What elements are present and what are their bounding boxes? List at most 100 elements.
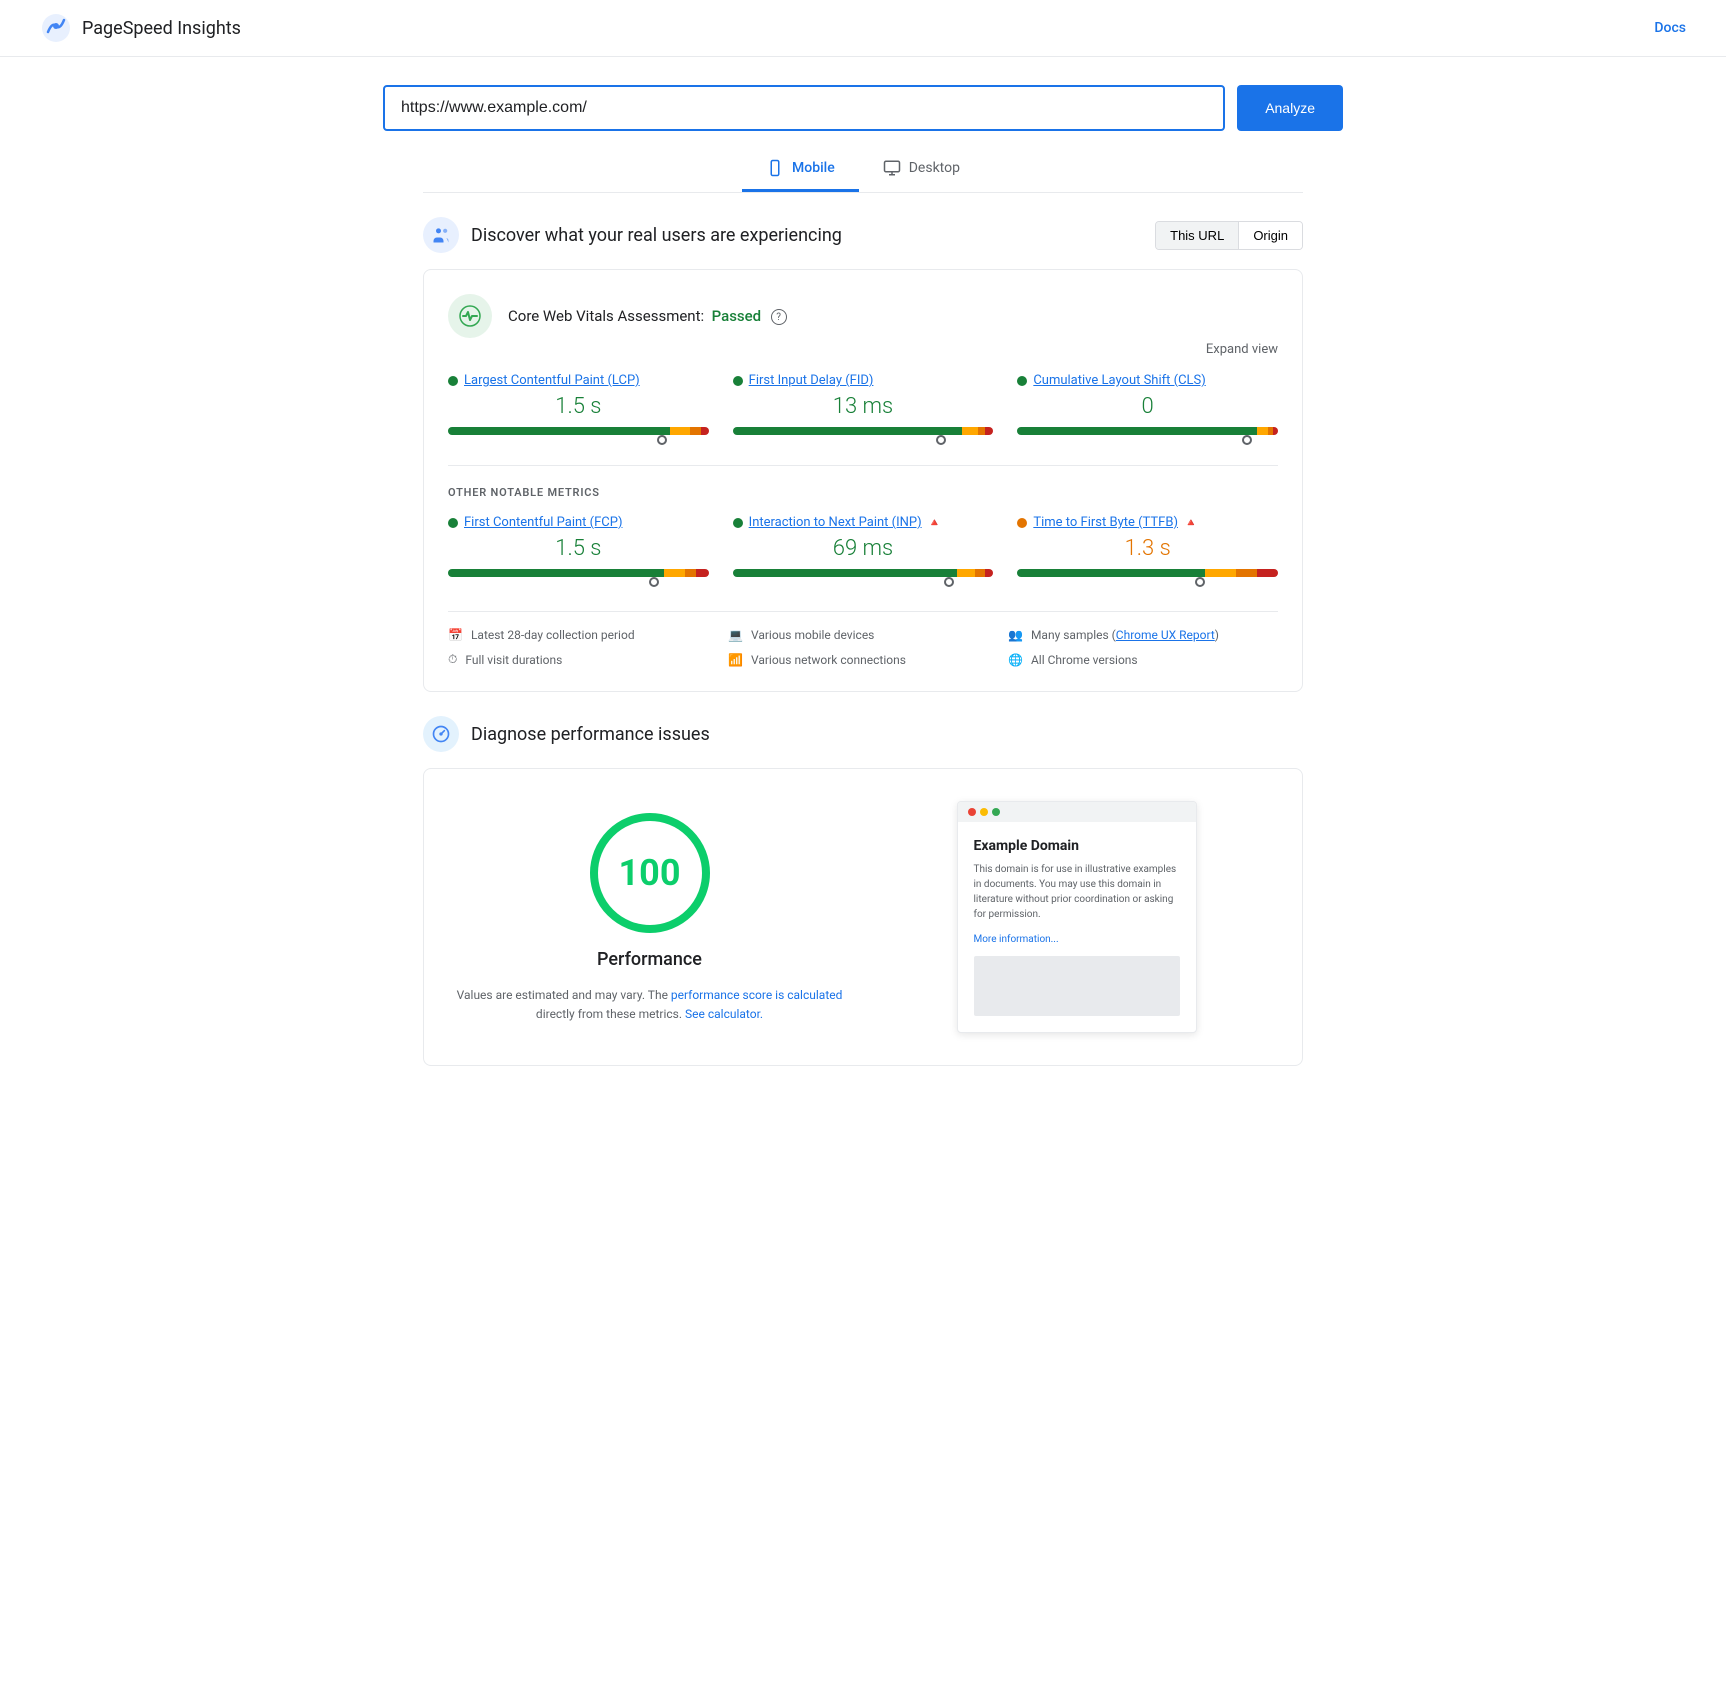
cwv-help-icon[interactable]: ? — [771, 309, 787, 325]
info-item-duration: ⏱ Full visit durations — [448, 652, 718, 667]
cwv-label: Core Web Vitals Assessment: — [508, 307, 704, 325]
info-network-text: Various network connections — [751, 653, 906, 667]
gauge-icon — [431, 724, 451, 744]
this-url-button[interactable]: This URL — [1156, 222, 1238, 249]
lcp-marker — [657, 435, 667, 445]
diagnose-section-title: Diagnose performance issues — [471, 724, 710, 745]
heartbeat-icon — [458, 304, 482, 328]
info-collection-text: Latest 28-day collection period — [471, 628, 635, 642]
expand-view-row: Expand view — [448, 342, 1278, 357]
tab-desktop[interactable]: Desktop — [859, 147, 984, 192]
preview-header — [958, 802, 1196, 822]
metric-inp: Interaction to Next Paint (INP) 🔺 69 ms — [733, 515, 994, 587]
preview-content: Example Domain This domain is for use in… — [958, 822, 1196, 1032]
expand-view-link[interactable]: Expand view — [1206, 342, 1278, 357]
desktop-icon — [883, 159, 901, 177]
fcp-bar — [448, 569, 709, 577]
crux-section-title: Discover what your real users are experi… — [471, 225, 842, 246]
wifi-icon: 📶 — [728, 653, 743, 667]
inp-bar — [733, 569, 994, 577]
cls-marker — [1242, 435, 1252, 445]
cwv-assessment-text: Core Web Vitals Assessment: Passed ? — [508, 307, 787, 325]
fid-marker — [936, 435, 946, 445]
other-notable-section: OTHER NOTABLE METRICS First Contentful P… — [448, 486, 1278, 587]
fid-value: 13 ms — [733, 394, 994, 419]
cwv-badge — [448, 294, 492, 338]
ttfb-marker — [1195, 577, 1205, 587]
info-chrome-text: All Chrome versions — [1031, 653, 1138, 667]
inp-label[interactable]: Interaction to Next Paint (INP) — [749, 515, 922, 530]
fcp-label[interactable]: First Contentful Paint (FCP) — [464, 515, 623, 530]
diagnose-section-icon — [423, 716, 459, 752]
fcp-dot — [448, 518, 458, 528]
info-devices-text: Various mobile devices — [751, 628, 874, 642]
preview-text: This domain is for use in illustrative e… — [974, 862, 1180, 922]
see-calculator-link[interactable]: See calculator. — [685, 1007, 763, 1021]
fid-bar — [733, 427, 994, 435]
calendar-icon: 📅 — [448, 628, 463, 642]
timer-icon: ⏱ — [448, 652, 457, 667]
crux-section-icon — [423, 217, 459, 253]
score-section: 100 Performance Values are estimated and… — [448, 801, 851, 1024]
cls-dot — [1017, 376, 1027, 386]
metric-lcp: Largest Contentful Paint (LCP) 1.5 s — [448, 373, 709, 445]
lcp-value: 1.5 s — [448, 394, 709, 419]
pagespeed-logo-icon — [40, 12, 72, 44]
ttfb-experimental-icon: 🔺 — [1184, 516, 1198, 529]
fcp-marker — [649, 577, 659, 587]
users-icon — [431, 225, 451, 245]
ttfb-dot — [1017, 518, 1027, 528]
other-notable-label: OTHER NOTABLE METRICS — [448, 486, 1278, 499]
ttfb-bar — [1017, 569, 1278, 577]
core-metrics-grid: Largest Contentful Paint (LCP) 1.5 s Fir — [448, 373, 1278, 466]
inp-marker — [944, 577, 954, 587]
devices-icon: 💻 — [728, 628, 743, 642]
preview-title: Example Domain — [974, 838, 1180, 854]
score-label: Performance — [597, 949, 702, 970]
cwv-header: Core Web Vitals Assessment: Passed ? — [448, 294, 1278, 338]
docs-link[interactable]: Docs — [1654, 20, 1686, 36]
app-header: PageSpeed Insights Docs — [0, 0, 1726, 57]
inp-experimental-icon: 🔺 — [928, 516, 942, 529]
score-number: 100 — [619, 852, 681, 894]
inp-value: 69 ms — [733, 536, 994, 561]
fid-dot — [733, 376, 743, 386]
cls-value: 0 — [1017, 394, 1278, 419]
lcp-bar — [448, 427, 709, 435]
analyze-button[interactable]: Analyze — [1237, 85, 1343, 131]
metric-cls: Cumulative Layout Shift (CLS) 0 — [1017, 373, 1278, 445]
crux-section-header: Discover what your real users are experi… — [423, 217, 1303, 253]
tabs-container: Mobile Desktop — [383, 147, 1343, 193]
chrome-icon: 🌐 — [1008, 653, 1023, 667]
cls-label[interactable]: Cumulative Layout Shift (CLS) — [1033, 373, 1205, 388]
diagnose-card: 100 Performance Values are estimated and… — [423, 768, 1303, 1066]
preview-more-link[interactable]: More information... — [974, 934, 1059, 945]
samples-icon: 👥 — [1008, 628, 1023, 642]
lcp-dot — [448, 376, 458, 386]
ttfb-label[interactable]: Time to First Byte (TTFB) — [1033, 515, 1178, 530]
origin-button[interactable]: Origin — [1238, 222, 1302, 249]
cwv-status: Passed — [712, 307, 762, 325]
metric-ttfb: Time to First Byte (TTFB) 🔺 1.3 s — [1017, 515, 1278, 587]
url-input[interactable] — [383, 85, 1225, 131]
score-circle: 100 — [590, 813, 710, 933]
search-section: Analyze — [343, 57, 1383, 147]
performance-score-link[interactable]: performance score is calculated — [671, 988, 842, 1002]
tab-mobile[interactable]: Mobile — [742, 147, 859, 192]
cls-bar — [1017, 427, 1278, 435]
info-item-chrome: 🌐 All Chrome versions — [1008, 652, 1278, 667]
fid-label[interactable]: First Input Delay (FID) — [749, 373, 874, 388]
tab-mobile-label: Mobile — [792, 160, 835, 176]
url-origin-toggle: This URL Origin — [1155, 221, 1303, 250]
lcp-label[interactable]: Largest Contentful Paint (LCP) — [464, 373, 640, 388]
ttfb-value: 1.3 s — [1017, 536, 1278, 561]
chrome-ux-report-link[interactable]: Chrome UX Report — [1116, 628, 1215, 642]
info-samples-text: Many samples (Chrome UX Report) — [1031, 628, 1219, 642]
info-item-devices: 💻 Various mobile devices — [728, 628, 998, 642]
other-metrics-grid: First Contentful Paint (FCP) 1.5 s — [448, 515, 1278, 587]
preview-gray-area — [974, 956, 1180, 1016]
fcp-value: 1.5 s — [448, 536, 709, 561]
metric-fid: First Input Delay (FID) 13 ms — [733, 373, 994, 445]
info-grid: 📅 Latest 28-day collection period 💻 Vari… — [448, 611, 1278, 667]
mobile-icon — [766, 159, 784, 177]
